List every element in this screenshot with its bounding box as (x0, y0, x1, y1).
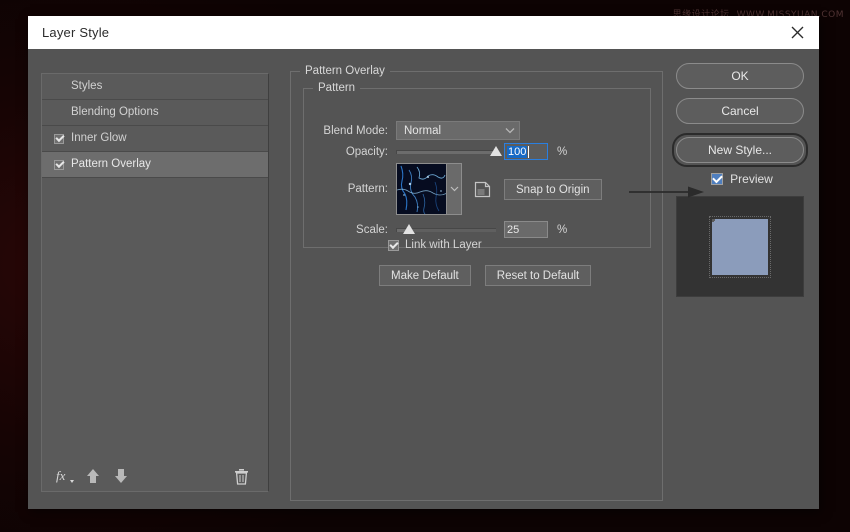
inner-glow-checkbox[interactable] (54, 134, 64, 144)
dialog-title: Layer Style (42, 25, 109, 40)
scale-value: 25 (507, 224, 519, 236)
blend-mode-select[interactable]: Normal (396, 121, 520, 140)
svg-text:fx: fx (56, 468, 66, 483)
pattern-swatch[interactable] (397, 164, 447, 214)
scale-slider-thumb[interactable] (403, 224, 415, 234)
cancel-button-wrap: Cancel (676, 98, 808, 124)
pattern-overlay-group: Pattern Overlay Pattern Blend Mode: Norm… (290, 71, 663, 501)
pattern-preview-icon (397, 164, 447, 214)
opacity-unit: % (557, 146, 567, 158)
text-caret (528, 146, 529, 158)
link-with-layer-row: Link with Layer (388, 239, 482, 251)
snap-to-origin-button[interactable]: Snap to Origin (504, 179, 602, 200)
pattern-dropdown-toggle[interactable] (447, 164, 461, 214)
move-down-icon[interactable] (110, 465, 132, 487)
checkbox-box (388, 240, 399, 251)
close-button[interactable] (775, 16, 819, 49)
opacity-slider-fill (397, 151, 496, 154)
cancel-button[interactable]: Cancel (676, 98, 804, 124)
pattern-row: Pattern: (304, 163, 650, 215)
sidebar-item-pattern-overlay[interactable]: Pattern Overlay (42, 152, 268, 178)
scale-label: Scale: (304, 224, 388, 236)
delete-effect-button[interactable] (230, 465, 252, 487)
pattern-picker[interactable] (396, 163, 462, 215)
sidebar-item-inner-glow[interactable]: Inner Glow (42, 126, 268, 152)
preview-shape (712, 219, 768, 275)
checkbox-box (711, 173, 723, 185)
opacity-input[interactable]: 100 (504, 143, 548, 160)
dialog-body: Styles Blending Options Inner Glow Patte… (28, 49, 819, 509)
blend-mode-row: Blend Mode: Normal (304, 121, 650, 140)
preview-checkbox[interactable]: Preview (676, 172, 808, 186)
pattern-label: Pattern: (304, 163, 388, 195)
scale-unit: % (557, 224, 567, 236)
sidebar-item-label: Pattern Overlay (71, 159, 151, 171)
close-icon (790, 25, 805, 40)
pattern-overlay-group-label: Pattern Overlay (300, 65, 390, 77)
opacity-slider[interactable] (396, 150, 496, 154)
pattern-overlay-checkbox[interactable] (54, 160, 64, 170)
arrow-up-icon (85, 468, 101, 484)
new-style-button[interactable]: New Style... (676, 137, 804, 163)
sidebar-item-label: Styles (71, 81, 102, 93)
sidebar-item-label: Inner Glow (71, 133, 127, 145)
arrow-down-icon (113, 468, 129, 484)
blend-mode-value: Normal (404, 125, 504, 137)
sidebar-item-label: Blending Options (71, 107, 159, 119)
preview-thumbnail (676, 196, 804, 297)
pattern-group: Pattern Blend Mode: Normal Opaci (303, 88, 651, 248)
new-preset-icon (474, 181, 491, 198)
blending-no-checkbox (54, 108, 64, 118)
layer-style-dialog: Layer Style Styles Blending Options (28, 16, 819, 509)
link-with-layer-label: Link with Layer (405, 239, 482, 251)
opacity-row: Opacity: 100 % (304, 143, 650, 160)
move-up-icon[interactable] (82, 465, 104, 487)
scale-slider[interactable] (396, 228, 496, 232)
new-style-button-wrap: New Style... (672, 133, 808, 167)
new-pattern-preset-button[interactable] (474, 181, 491, 198)
styles-no-checkbox (54, 82, 64, 92)
scale-input[interactable]: 25 (504, 221, 548, 238)
make-default-button[interactable]: Make Default (379, 265, 471, 286)
sidebar-item-styles[interactable]: Styles (42, 74, 268, 100)
link-with-layer-checkbox[interactable]: Link with Layer (388, 239, 482, 251)
pattern-overlay-panel: Pattern Overlay Pattern Blend Mode: Norm… (290, 63, 663, 501)
fx-icon[interactable]: fx (54, 465, 76, 487)
blend-mode-label: Blend Mode: (304, 125, 388, 137)
styles-list: Styles Blending Options Inner Glow Patte… (42, 74, 268, 178)
ok-button[interactable]: OK (676, 63, 804, 89)
trash-icon (234, 468, 249, 485)
default-buttons: Make Default Reset to Default (379, 265, 591, 286)
chevron-down-icon (504, 125, 515, 136)
fx-glyph-icon: fx (55, 467, 75, 485)
sidebar-toolbar: fx (42, 461, 268, 491)
opacity-slider-thumb[interactable] (490, 146, 502, 156)
pattern-group-label: Pattern (313, 82, 360, 94)
styles-sidebar: Styles Blending Options Inner Glow Patte… (41, 73, 269, 492)
dialog-actions: OK Cancel New Style... Preview (676, 63, 808, 297)
sidebar-item-blending-options[interactable]: Blending Options (42, 100, 268, 126)
opacity-value: 100 (507, 146, 527, 158)
opacity-label: Opacity: (304, 146, 388, 158)
reset-to-default-button[interactable]: Reset to Default (485, 265, 591, 286)
dialog-titlebar: Layer Style (28, 16, 819, 49)
preview-label: Preview (730, 172, 773, 186)
scale-row: Scale: 25 % (304, 221, 650, 238)
ok-button-wrap: OK (676, 63, 808, 89)
